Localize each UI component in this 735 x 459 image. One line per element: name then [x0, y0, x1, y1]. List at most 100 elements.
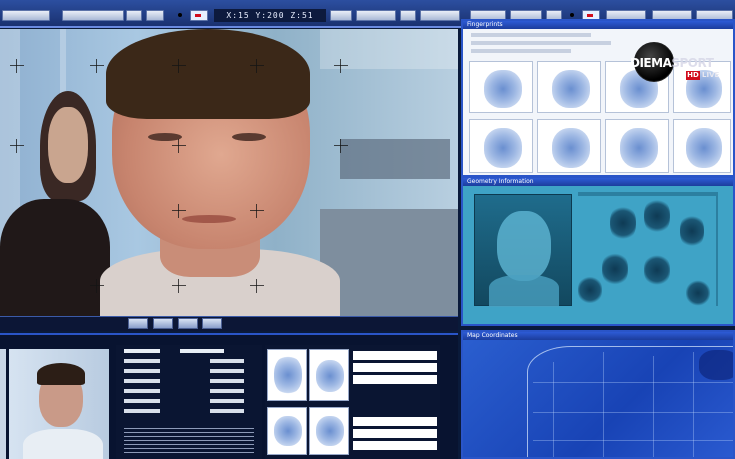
fingerprint-info-line	[471, 33, 591, 37]
form-header	[180, 349, 224, 353]
reference-list-item[interactable]	[353, 351, 437, 360]
geometry-info-line	[578, 192, 718, 196]
crosshair-icon	[172, 204, 186, 218]
map-panel: Map Coordinates	[461, 330, 735, 459]
camera-control-button-1[interactable]	[128, 318, 148, 329]
reference-list-item[interactable]	[353, 363, 437, 372]
logo-brand-b: SPORT	[671, 56, 714, 70]
background-woman-face	[48, 107, 88, 183]
form-field[interactable]	[124, 369, 160, 373]
camera-control-button-3[interactable]	[178, 318, 198, 329]
reference-cell[interactable]	[309, 407, 349, 455]
fingerprint-panel-title: Fingerprints	[463, 21, 733, 29]
fingerprint-icon	[552, 128, 590, 168]
fingerprint-icon	[680, 214, 704, 248]
map-border	[533, 412, 733, 413]
toolbar-button-5[interactable]	[330, 10, 352, 21]
form-field[interactable]	[210, 379, 244, 383]
fingerprint-icon	[644, 198, 670, 234]
face-scan-head	[497, 211, 551, 281]
reference-list-item[interactable]	[353, 429, 437, 438]
form-field[interactable]	[210, 369, 244, 373]
map-border	[603, 352, 604, 457]
profile-photo	[9, 349, 109, 459]
toolbar-button-8[interactable]	[420, 10, 460, 21]
fingerprint-icon	[644, 254, 670, 286]
fingerprint-icon	[620, 128, 658, 168]
face-scan-icon	[474, 194, 572, 307]
background-woman-body	[0, 199, 110, 319]
toolbar-button-1[interactable]	[2, 10, 50, 21]
fingerprint-icon	[686, 128, 722, 168]
side-strip	[0, 349, 6, 459]
fingerprint-cell[interactable]	[469, 61, 533, 113]
app-label	[4, 0, 24, 6]
map-border	[693, 352, 694, 457]
toolbar-button-3[interactable]	[126, 10, 142, 21]
map-border	[553, 362, 554, 457]
logo-live-label: LIVE	[702, 71, 720, 79]
fingerprint-icon	[274, 356, 302, 394]
profile-form	[116, 345, 262, 459]
camera-control-button-4[interactable]	[202, 318, 222, 329]
logo-brand-a: DIEMA	[630, 56, 672, 70]
man-hair	[106, 29, 310, 119]
record-icon[interactable]	[190, 10, 208, 21]
form-header	[124, 349, 160, 353]
fingerprint-icon	[484, 128, 522, 168]
form-notes	[124, 425, 254, 455]
toolbar-button-2[interactable]	[62, 10, 124, 21]
form-field[interactable]	[124, 409, 160, 413]
fingerprint-icon	[602, 252, 628, 286]
crosshair-icon	[10, 59, 24, 73]
reference-cell[interactable]	[267, 407, 307, 455]
fingerprint-cell[interactable]	[605, 119, 669, 173]
crosshair-icon	[250, 59, 264, 73]
reference-list-item[interactable]	[353, 441, 437, 450]
reference-list-item[interactable]	[353, 375, 437, 384]
fingerprint-info-line	[471, 41, 611, 45]
fingerprint-icon	[316, 360, 344, 392]
toolbar-button-6[interactable]	[356, 10, 396, 21]
crosshair-icon	[250, 204, 264, 218]
fingerprint-info-line	[471, 49, 571, 53]
map-lake	[699, 350, 733, 380]
fingerprint-reference-panel	[265, 345, 440, 459]
map-border	[533, 382, 733, 383]
fingerprint-cell[interactable]	[537, 119, 601, 173]
toolbar-button-4[interactable]	[146, 10, 164, 21]
fingerprint-panel: Fingerprints	[461, 19, 735, 177]
form-field[interactable]	[210, 389, 244, 393]
reference-cell[interactable]	[309, 349, 349, 401]
fingerprint-icon	[686, 280, 710, 306]
crosshair-icon	[250, 279, 264, 293]
form-field[interactable]	[210, 399, 244, 403]
channel-logo-text: DIEMASPORT	[630, 56, 714, 70]
form-field[interactable]	[124, 379, 160, 383]
reference-cell[interactable]	[267, 349, 307, 401]
profile-hair	[37, 363, 85, 385]
fingerprint-cell[interactable]	[469, 119, 533, 173]
man-mouth	[182, 215, 236, 223]
form-field[interactable]	[210, 359, 244, 363]
man-right-eye	[232, 133, 266, 141]
form-field[interactable]	[124, 359, 160, 363]
background-kiosk	[340, 139, 450, 179]
camera-control-button-2[interactable]	[153, 318, 173, 329]
fingerprint-cell[interactable]	[673, 119, 731, 173]
face-scan-shoulders	[489, 275, 559, 307]
terminal-floor	[320, 209, 458, 319]
crosshair-icon	[334, 139, 348, 153]
toolbar-button-7[interactable]	[400, 10, 416, 21]
form-field[interactable]	[124, 389, 160, 393]
fingerprint-cell[interactable]	[537, 61, 601, 113]
toolbar-dot-icon-2	[570, 13, 574, 17]
form-field[interactable]	[124, 399, 160, 403]
fingerprint-icon	[316, 416, 344, 446]
form-field[interactable]	[210, 409, 244, 413]
fingerprint-icon	[610, 205, 636, 241]
toolbar-dot-icon	[178, 13, 182, 17]
crosshair-icon	[10, 139, 24, 153]
reference-list-item[interactable]	[353, 417, 437, 426]
camera-controls	[0, 316, 458, 331]
